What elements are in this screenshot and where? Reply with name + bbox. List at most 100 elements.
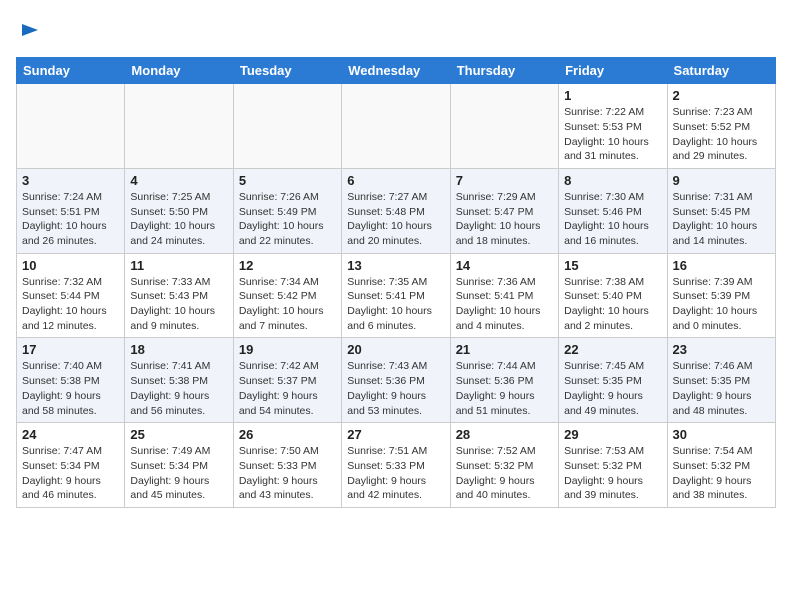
calendar-header-friday: Friday (559, 58, 667, 84)
day-info: Sunrise: 7:45 AM Sunset: 5:35 PM Dayligh… (564, 359, 661, 418)
day-number: 5 (239, 173, 336, 188)
calendar-cell: 2 Sunrise: 7:23 AM Sunset: 5:52 PM Daylig… (667, 84, 775, 169)
day-number: 17 (22, 342, 119, 357)
calendar-header-row: SundayMondayTuesdayWednesdayThursdayFrid… (17, 58, 776, 84)
calendar-cell: 5 Sunrise: 7:26 AM Sunset: 5:49 PM Daylig… (233, 168, 341, 253)
day-info: Sunrise: 7:35 AM Sunset: 5:41 PM Dayligh… (347, 275, 444, 334)
day-info: Sunrise: 7:47 AM Sunset: 5:34 PM Dayligh… (22, 444, 119, 503)
calendar-cell: 1 Sunrise: 7:22 AM Sunset: 5:53 PM Daylig… (559, 84, 667, 169)
day-info: Sunrise: 7:33 AM Sunset: 5:43 PM Dayligh… (130, 275, 227, 334)
calendar-cell: 4Sunrise: 7:25 AM Sunset: 5:50 PM Daylig… (125, 168, 233, 253)
day-info: Sunrise: 7:40 AM Sunset: 5:38 PM Dayligh… (22, 359, 119, 418)
day-number: 12 (239, 258, 336, 273)
day-info: Sunrise: 7:39 AM Sunset: 5:39 PM Dayligh… (673, 275, 770, 334)
calendar-cell (342, 84, 450, 169)
day-number: 6 (347, 173, 444, 188)
calendar-cell: 26 Sunrise: 7:50 AM Sunset: 5:33 PM Dayli… (233, 423, 341, 508)
day-info: Sunrise: 7:46 AM Sunset: 5:35 PM Dayligh… (673, 359, 770, 418)
calendar-week-3: 10 Sunrise: 7:32 AM Sunset: 5:44 PM Dayli… (17, 253, 776, 338)
day-number: 29 (564, 427, 661, 442)
calendar-header-wednesday: Wednesday (342, 58, 450, 84)
calendar-cell: 25 Sunrise: 7:49 AM Sunset: 5:34 PM Dayli… (125, 423, 233, 508)
day-number: 24 (22, 427, 119, 442)
calendar-cell: 18 Sunrise: 7:41 AM Sunset: 5:38 PM Dayli… (125, 338, 233, 423)
day-number: 10 (22, 258, 119, 273)
calendar-header-tuesday: Tuesday (233, 58, 341, 84)
calendar-cell: 27 Sunrise: 7:51 AM Sunset: 5:33 PM Dayli… (342, 423, 450, 508)
day-info: Sunrise: 7:42 AM Sunset: 5:37 PM Dayligh… (239, 359, 336, 418)
day-number: 27 (347, 427, 444, 442)
calendar-body: 1 Sunrise: 7:22 AM Sunset: 5:53 PM Daylig… (17, 84, 776, 508)
day-number: 21 (456, 342, 553, 357)
day-number: 1 (564, 88, 661, 103)
calendar-cell: 14 Sunrise: 7:36 AM Sunset: 5:41 PM Dayli… (450, 253, 558, 338)
calendar-week-1: 1 Sunrise: 7:22 AM Sunset: 5:53 PM Daylig… (17, 84, 776, 169)
day-number: 9 (673, 173, 770, 188)
day-info: Sunrise: 7:49 AM Sunset: 5:34 PM Dayligh… (130, 444, 227, 503)
day-info: Sunrise: 7:23 AM Sunset: 5:52 PM Dayligh… (673, 105, 770, 164)
day-number: 15 (564, 258, 661, 273)
day-number: 19 (239, 342, 336, 357)
day-info: Sunrise: 7:51 AM Sunset: 5:33 PM Dayligh… (347, 444, 444, 503)
day-info: Sunrise: 7:53 AM Sunset: 5:32 PM Dayligh… (564, 444, 661, 503)
day-info: Sunrise: 7:50 AM Sunset: 5:33 PM Dayligh… (239, 444, 336, 503)
day-number: 4 (130, 173, 227, 188)
calendar-header-sunday: Sunday (17, 58, 125, 84)
calendar-cell (233, 84, 341, 169)
calendar-cell: 13 Sunrise: 7:35 AM Sunset: 5:41 PM Dayli… (342, 253, 450, 338)
calendar-cell (125, 84, 233, 169)
calendar-week-4: 17 Sunrise: 7:40 AM Sunset: 5:38 PM Dayli… (17, 338, 776, 423)
day-info: Sunrise: 7:41 AM Sunset: 5:38 PM Dayligh… (130, 359, 227, 418)
calendar-cell: 3 Sunrise: 7:24 AM Sunset: 5:51 PM Daylig… (17, 168, 125, 253)
calendar-cell: 12Sunrise: 7:34 AM Sunset: 5:42 PM Dayli… (233, 253, 341, 338)
day-number: 26 (239, 427, 336, 442)
day-info: Sunrise: 7:54 AM Sunset: 5:32 PM Dayligh… (673, 444, 770, 503)
day-info: Sunrise: 7:36 AM Sunset: 5:41 PM Dayligh… (456, 275, 553, 334)
calendar-cell: 30 Sunrise: 7:54 AM Sunset: 5:32 PM Dayli… (667, 423, 775, 508)
calendar-table: SundayMondayTuesdayWednesdayThursdayFrid… (16, 57, 776, 508)
page-header (16, 16, 776, 45)
calendar-cell (450, 84, 558, 169)
calendar-cell: 8 Sunrise: 7:30 AM Sunset: 5:46 PM Daylig… (559, 168, 667, 253)
day-number: 28 (456, 427, 553, 442)
day-info: Sunrise: 7:38 AM Sunset: 5:40 PM Dayligh… (564, 275, 661, 334)
day-info: Sunrise: 7:52 AM Sunset: 5:32 PM Dayligh… (456, 444, 553, 503)
day-number: 14 (456, 258, 553, 273)
day-number: 2 (673, 88, 770, 103)
calendar-cell: 9 Sunrise: 7:31 AM Sunset: 5:45 PM Daylig… (667, 168, 775, 253)
calendar-cell: 7 Sunrise: 7:29 AM Sunset: 5:47 PM Daylig… (450, 168, 558, 253)
day-info: Sunrise: 7:32 AM Sunset: 5:44 PM Dayligh… (22, 275, 119, 334)
day-number: 7 (456, 173, 553, 188)
day-info: Sunrise: 7:22 AM Sunset: 5:53 PM Dayligh… (564, 105, 661, 164)
day-info: Sunrise: 7:24 AM Sunset: 5:51 PM Dayligh… (22, 190, 119, 249)
day-number: 13 (347, 258, 444, 273)
day-info: Sunrise: 7:44 AM Sunset: 5:36 PM Dayligh… (456, 359, 553, 418)
day-number: 20 (347, 342, 444, 357)
calendar-cell: 6 Sunrise: 7:27 AM Sunset: 5:48 PM Daylig… (342, 168, 450, 253)
day-number: 11 (130, 258, 227, 273)
calendar-cell (17, 84, 125, 169)
day-info: Sunrise: 7:27 AM Sunset: 5:48 PM Dayligh… (347, 190, 444, 249)
calendar-cell: 19 Sunrise: 7:42 AM Sunset: 5:37 PM Dayli… (233, 338, 341, 423)
day-info: Sunrise: 7:26 AM Sunset: 5:49 PM Dayligh… (239, 190, 336, 249)
calendar-cell: 29 Sunrise: 7:53 AM Sunset: 5:32 PM Dayli… (559, 423, 667, 508)
calendar-header-saturday: Saturday (667, 58, 775, 84)
calendar-cell: 23 Sunrise: 7:46 AM Sunset: 5:35 PM Dayli… (667, 338, 775, 423)
day-number: 25 (130, 427, 227, 442)
calendar-cell: 24 Sunrise: 7:47 AM Sunset: 5:34 PM Dayli… (17, 423, 125, 508)
day-info: Sunrise: 7:29 AM Sunset: 5:47 PM Dayligh… (456, 190, 553, 249)
day-number: 23 (673, 342, 770, 357)
calendar-header-monday: Monday (125, 58, 233, 84)
calendar-week-5: 24 Sunrise: 7:47 AM Sunset: 5:34 PM Dayli… (17, 423, 776, 508)
calendar-cell: 15 Sunrise: 7:38 AM Sunset: 5:40 PM Dayli… (559, 253, 667, 338)
calendar-cell: 22Sunrise: 7:45 AM Sunset: 5:35 PM Dayli… (559, 338, 667, 423)
day-info: Sunrise: 7:30 AM Sunset: 5:46 PM Dayligh… (564, 190, 661, 249)
calendar-cell: 11 Sunrise: 7:33 AM Sunset: 5:43 PM Dayli… (125, 253, 233, 338)
day-number: 8 (564, 173, 661, 188)
calendar-cell: 10 Sunrise: 7:32 AM Sunset: 5:44 PM Dayli… (17, 253, 125, 338)
day-number: 3 (22, 173, 119, 188)
day-info: Sunrise: 7:31 AM Sunset: 5:45 PM Dayligh… (673, 190, 770, 249)
calendar-cell: 20Sunrise: 7:43 AM Sunset: 5:36 PM Dayli… (342, 338, 450, 423)
day-number: 30 (673, 427, 770, 442)
day-number: 18 (130, 342, 227, 357)
